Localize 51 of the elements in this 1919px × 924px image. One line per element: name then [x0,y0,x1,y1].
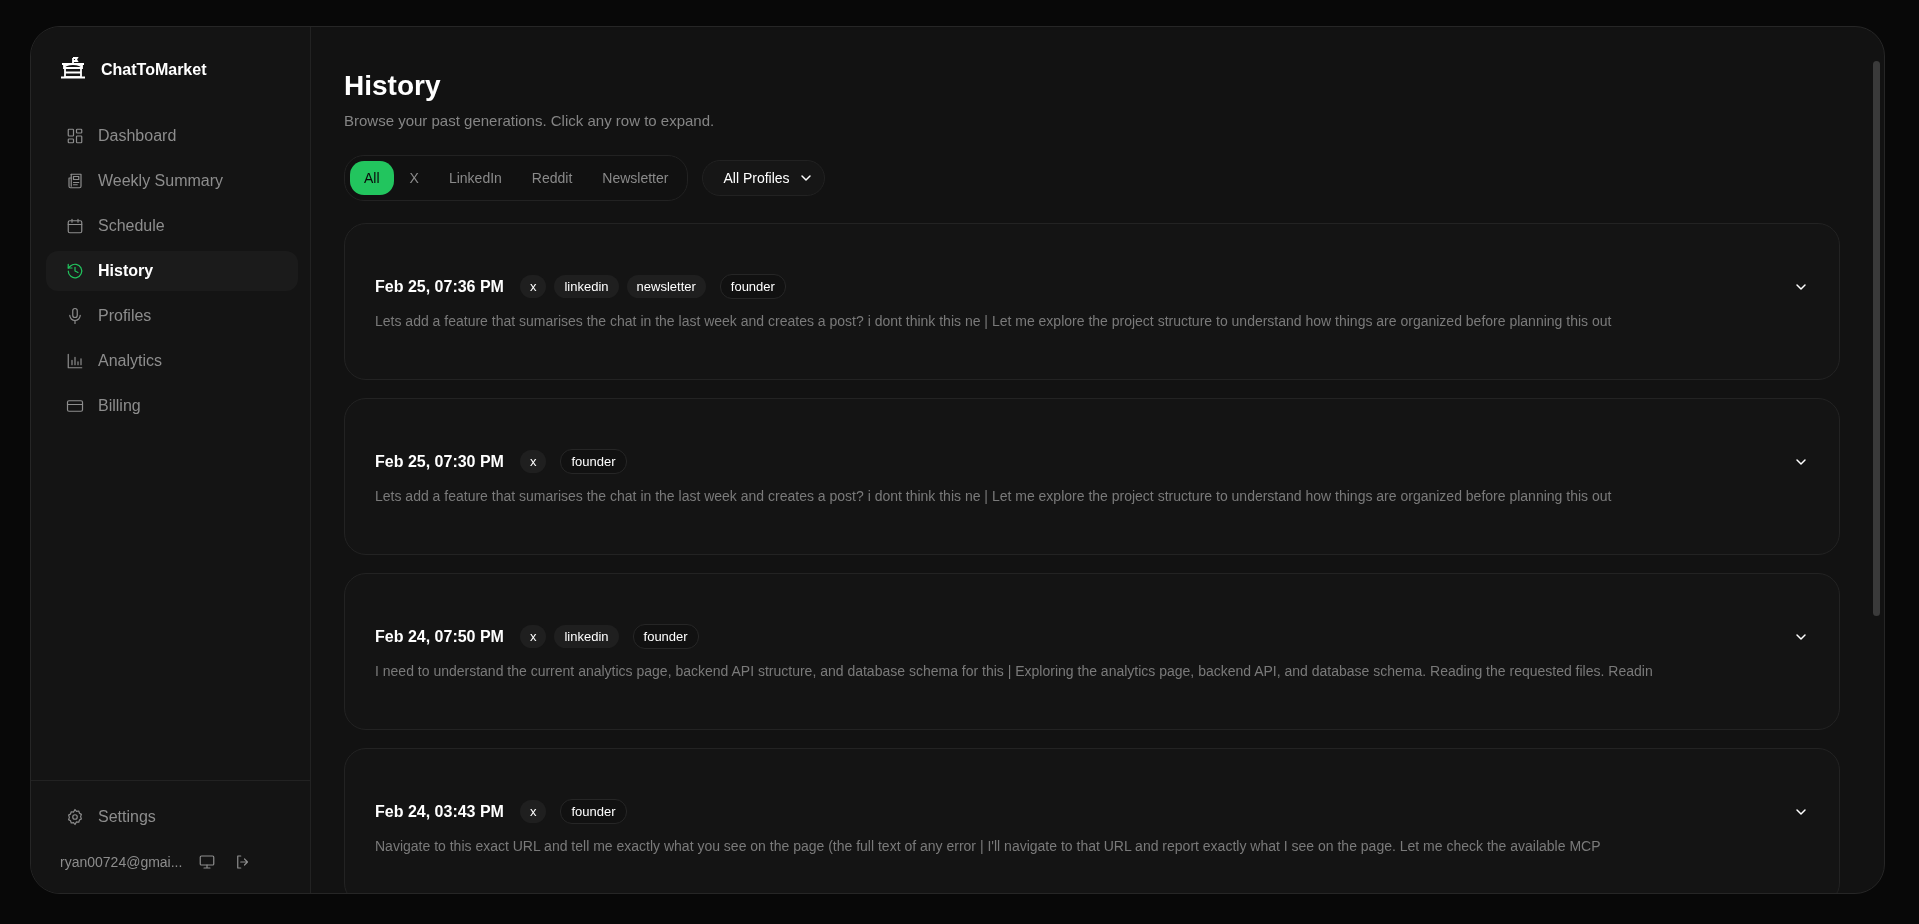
history-entry-card[interactable] [344,398,1840,555]
app-name: ChatToMarket [101,61,207,79]
newspaper-icon [66,172,84,190]
profile-dropdown[interactable]: All Profiles [702,160,825,196]
sidebar-item[interactable]: Profiles [46,296,298,336]
grid-icon [66,127,84,145]
profile-tag: founder [560,449,627,474]
sidebar-item[interactable]: Billing [46,386,298,426]
bar-chart-icon [66,352,84,370]
sidebar-item[interactable]: Schedule [46,206,298,246]
platform-tag: x [519,275,547,298]
monitor-icon [198,853,217,871]
calendar-icon [66,217,84,235]
history-entry-card[interactable] [344,573,1840,730]
profile-tag: founder [719,274,786,299]
platform-tag: newsletter [626,275,706,298]
page-title: History [344,70,442,102]
platform-tag: x [519,625,547,648]
entry-date: Feb 24, 03:43 PM [375,802,504,821]
entry-preview: I need to understand the current analytics page, backend API structure, and database schema for this | Exploring the analytics page, backend API, and database schema. Reading the requested files. Readin [375,663,1654,679]
entry-date: Feb 25, 07:30 PM [375,452,504,471]
settings-icon [66,808,84,826]
entry-preview: Lets add a feature that sumarises the chat in the last week and creates a post? i dont think this ne | Let me explore the project structure to understand how things are organized before planning this out [375,313,1613,329]
sidebar-item[interactable]: Weekly Summary [46,161,298,201]
history-entry-card[interactable] [344,223,1840,380]
filter-tab[interactable]: Newsletter [588,161,683,195]
sidebar-item[interactable]: Dashboard [46,116,298,156]
platform-tag: x [519,450,547,473]
scrollbar-thumb[interactable] [1873,61,1880,616]
platform-tag: linkedin [554,625,619,648]
history-entry-card[interactable] [344,748,1840,893]
profile-tag: founder [632,624,699,649]
user-email: ryan00724@gmai... [60,854,183,870]
credit-card-icon [66,397,84,415]
filter-tab[interactable]: X [395,161,433,195]
history-icon [66,262,84,280]
entry-date: Feb 25, 07:36 PM [375,277,504,296]
platform-tag: x [519,800,547,823]
settings-item[interactable]: Settings [46,797,298,837]
entry-preview: Navigate to this exact URL and tell me exactly what you see on the page (the full text of any error | I'll navigate to that URL and report exactly what I see on the page. Let me check the available MCP [375,838,1602,854]
sidebar-item[interactable]: Analytics [46,341,298,381]
filter-tab[interactable]: LinkedIn [434,161,516,195]
filter-tab[interactable]: All [350,161,394,195]
entry-preview: Lets add a feature that sumarises the chat in the last week and creates a post? i dont think this ne | Let me explore the project structure to understand how things are organized before planning this out [375,488,1613,504]
filter-tab[interactable]: Reddit [517,161,587,195]
page-subtitle: Browse your past generations. Click any row to expand. [344,112,716,129]
platform-tag: linkedin [554,275,619,298]
entry-date: Feb 24, 07:50 PM [375,627,504,646]
sidebar-item[interactable]: History [46,251,298,291]
profile-tag: founder [560,799,627,824]
microphone-icon [66,307,84,325]
